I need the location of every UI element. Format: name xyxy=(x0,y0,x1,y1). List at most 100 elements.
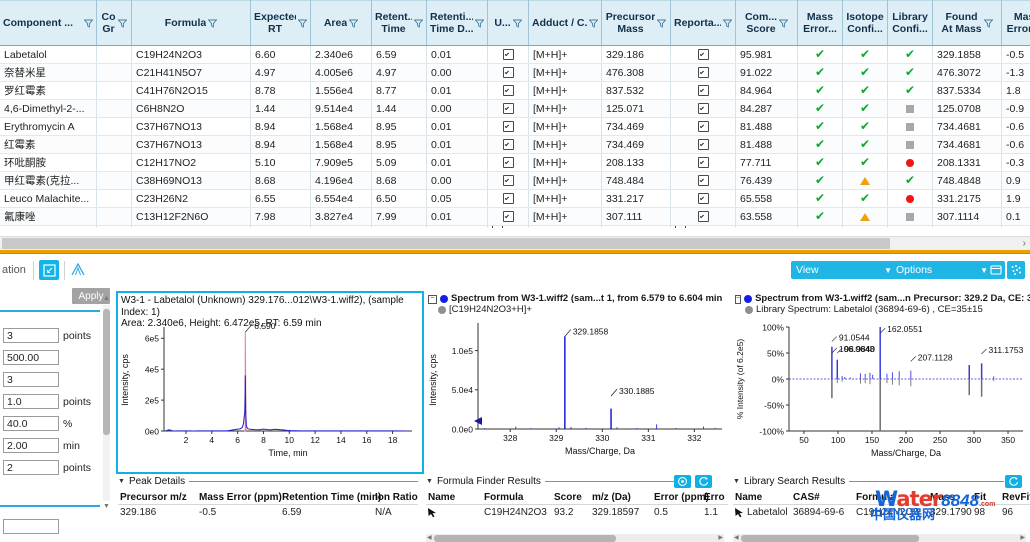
cell-reportable[interactable] xyxy=(671,154,736,172)
options-dropdown[interactable]: Options ▼ xyxy=(891,261,993,279)
library-search-hscroll[interactable]: ◀ ▶ xyxy=(733,534,1026,542)
filter-icon[interactable] xyxy=(657,19,666,28)
column-header-7[interactable]: U... xyxy=(488,1,529,46)
cell-mass-error-conf[interactable]: ✔ xyxy=(798,190,843,208)
cell-isotope-conf[interactable]: ✔ xyxy=(843,46,888,64)
parameter-field-5[interactable]: 2.00 xyxy=(3,438,59,453)
table-row[interactable]: 奈替米星C21H41N5O74.974.005e64.970.00[M+H]+4… xyxy=(0,64,1030,82)
cell-mass-error-conf[interactable]: ✔ xyxy=(798,46,843,64)
filter-icon[interactable] xyxy=(84,19,93,28)
cell-reportable[interactable] xyxy=(671,64,736,82)
cell-mass-error-conf[interactable]: ✔ xyxy=(798,82,843,100)
scroll-thumb-2[interactable] xyxy=(434,535,616,542)
filter-icon[interactable] xyxy=(414,19,423,28)
column-header-15[interactable]: FoundAt Mass xyxy=(933,1,1002,46)
peak-details-col-2[interactable]: Retention Time (min) xyxy=(280,490,373,505)
peak-integration-icon[interactable] xyxy=(68,260,88,280)
cell-reportable[interactable] xyxy=(671,100,736,118)
scroll-thumb[interactable] xyxy=(103,309,110,435)
cell-mass-error-conf[interactable]: ✔ xyxy=(798,136,843,154)
cell-mass-error-conf[interactable]: ✔ xyxy=(798,208,843,226)
row-checkbox[interactable] xyxy=(503,193,514,204)
row-checkbox[interactable] xyxy=(698,121,709,132)
library-search-col-1[interactable]: CAS# xyxy=(791,490,854,505)
results-table-container[interactable]: Component ...CoGrFormulaExpectedRTAreaRe… xyxy=(0,0,1030,228)
cell-isotope-conf[interactable]: ✔ xyxy=(843,82,888,100)
row-checkbox[interactable] xyxy=(503,175,514,186)
cell-used[interactable] xyxy=(488,82,529,100)
row-checkbox[interactable] xyxy=(503,85,514,96)
scroll-right-arrow[interactable]: › xyxy=(1023,238,1026,249)
cell-reportable[interactable] xyxy=(671,46,736,64)
parameter-field-1[interactable]: 500.00 xyxy=(3,350,59,365)
cell-used[interactable] xyxy=(488,154,529,172)
row-checkbox[interactable] xyxy=(698,49,709,60)
row-checkbox[interactable] xyxy=(503,121,514,132)
cell-used[interactable] xyxy=(488,172,529,190)
row-checkbox[interactable] xyxy=(698,85,709,96)
collapse-caret-icon-2[interactable]: ▼ xyxy=(426,478,433,485)
formula-finder-col-5[interactable]: Erro xyxy=(702,490,728,505)
peak-details-col-3[interactable]: Ion Ratio xyxy=(373,490,418,505)
cell-mass-error-conf[interactable]: ✔ xyxy=(798,100,843,118)
refresh-icon-2[interactable] xyxy=(1005,475,1022,488)
peak-details-col-0[interactable]: Precursor m/z xyxy=(118,490,197,505)
cell-isotope-conf[interactable]: ✔ xyxy=(843,190,888,208)
cell-library-conf[interactable] xyxy=(888,118,933,136)
column-header-11[interactable]: Com...Score xyxy=(736,1,798,46)
filter-icon[interactable] xyxy=(475,19,484,28)
cell-reportable[interactable] xyxy=(671,136,736,154)
cell-reportable[interactable] xyxy=(671,118,736,136)
cell-mass-error-conf[interactable]: ✔ xyxy=(798,64,843,82)
scroll-left-arrow-3[interactable]: ◀ xyxy=(734,534,739,542)
parameter-field-6[interactable]: 2 xyxy=(3,460,59,475)
column-header-1[interactable]: CoGr xyxy=(97,1,132,46)
view-dropdown[interactable]: View ▼ xyxy=(791,261,897,279)
row-checkbox[interactable] xyxy=(503,49,514,60)
spectrum-plot[interactable]: 0.0e05.0e41.0e5328329330331332329.185833… xyxy=(426,317,726,466)
scrollbar-thumb[interactable] xyxy=(2,238,890,249)
column-header-14[interactable]: LibraryConfi... xyxy=(888,1,933,46)
table-row[interactable]: 4,6-Dimethyl-2-...C6H8N2O1.449.514e41.44… xyxy=(0,100,1030,118)
column-header-0[interactable]: Component ... xyxy=(0,1,97,46)
cell-used[interactable] xyxy=(488,118,529,136)
cell-reportable[interactable] xyxy=(671,82,736,100)
formula-finder-col-2[interactable]: Score xyxy=(552,490,590,505)
panel-layout-icon[interactable] xyxy=(987,261,1005,279)
cell-isotope-conf[interactable]: ✔ xyxy=(843,64,888,82)
filter-icon[interactable] xyxy=(723,19,732,28)
library-search-col-4[interactable]: Fit xyxy=(972,490,1000,505)
row-selector-icon[interactable] xyxy=(427,507,438,520)
column-header-2[interactable]: Formula xyxy=(132,1,251,46)
formula-finder-col-0[interactable]: Name xyxy=(426,490,482,505)
row-checkbox[interactable] xyxy=(675,226,686,229)
filter-icon[interactable] xyxy=(779,19,788,28)
formula-finder-col-1[interactable]: Formula xyxy=(482,490,552,505)
cell-isotope-conf[interactable]: ✔ xyxy=(843,118,888,136)
refresh-icon[interactable] xyxy=(695,475,712,488)
collapse-icon-2[interactable]: − xyxy=(735,295,741,304)
row-checkbox[interactable] xyxy=(698,175,709,186)
chromatogram-panel[interactable]: W3-1 - Labetalol (Unknown) 329.176...012… xyxy=(116,291,424,474)
cell-reportable[interactable] xyxy=(671,190,736,208)
scroll-thumb-3[interactable] xyxy=(741,535,919,542)
cell-library-conf[interactable]: ✔ xyxy=(888,82,933,100)
fit-to-window-icon[interactable] xyxy=(39,260,59,280)
row-checkbox[interactable] xyxy=(698,67,709,78)
table-row[interactable]: 环吡酮胺C12H17NO25.107.909e55.090.01[M+H]+20… xyxy=(0,154,1030,172)
cell-library-conf[interactable]: ✔ xyxy=(888,46,933,64)
row-checkbox[interactable] xyxy=(503,139,514,150)
cell-reportable[interactable] xyxy=(671,208,736,226)
cell-used[interactable] xyxy=(488,64,529,82)
filter-icon[interactable] xyxy=(208,19,217,28)
scatter-view-icon[interactable] xyxy=(1007,261,1025,279)
parameters-vertical-scrollbar[interactable]: ▲ ▼ xyxy=(102,295,111,511)
cell-used[interactable] xyxy=(488,208,529,226)
cell-library-conf[interactable] xyxy=(888,154,933,172)
row-checkbox[interactable] xyxy=(698,157,709,168)
table-horizontal-scrollbar[interactable]: › xyxy=(0,236,1030,250)
cell-mass-error-conf[interactable]: ✔ xyxy=(798,118,843,136)
column-header-3[interactable]: ExpectedRT xyxy=(251,1,311,46)
library-search-col-3[interactable]: Mass xyxy=(928,490,972,505)
isotope-pattern-icon[interactable] xyxy=(674,475,691,488)
